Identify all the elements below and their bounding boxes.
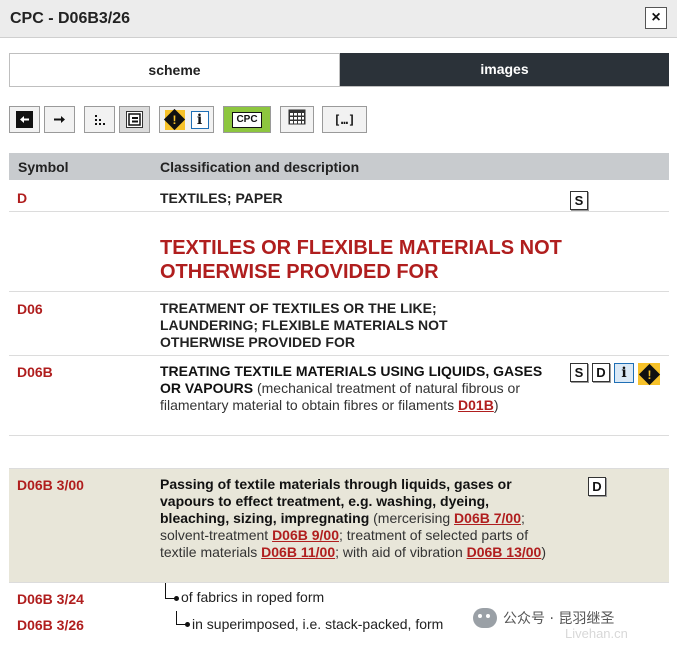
symbol-d06b-3-00[interactable]: D06B 3/00 <box>17 477 84 493</box>
tab-images[interactable]: images <box>340 53 669 86</box>
ref-d06b-13-00[interactable]: D06B 13/00 <box>467 544 542 560</box>
scheme-s-icon[interactable]: S <box>570 363 588 382</box>
tree-dots-button[interactable] <box>84 106 115 133</box>
close-button[interactable]: × <box>645 7 667 29</box>
description-d: TEXTILES; PAPER <box>160 190 283 206</box>
table-row-d[interactable]: D TEXTILES; PAPER S <box>9 180 669 212</box>
watermark-faint: Livehan.cn <box>565 626 628 641</box>
window-titlebar: CPC - D06B3/26 × <box>0 0 677 38</box>
table-row-d06b-3-24[interactable]: D06B 3/24 of fabrics in roped form <box>9 583 669 611</box>
definition-d-icon[interactable]: D <box>592 363 610 382</box>
column-symbol-header: Symbol <box>18 159 69 175</box>
cpc-button[interactable]: CPC <box>223 106 271 133</box>
table-header: Symbol Classification and description <box>9 153 669 180</box>
symbol-d06b-3-24[interactable]: D06B 3/24 <box>17 591 84 607</box>
table-view-button[interactable] <box>280 106 314 133</box>
collapse-left-button[interactable] <box>9 106 40 133</box>
definition-d-icon[interactable]: D <box>588 477 606 496</box>
tab-bar: scheme images <box>9 53 669 86</box>
hierarchy-view-button[interactable] <box>119 106 150 133</box>
symbol-d[interactable]: D <box>17 190 27 206</box>
tree-node-dot <box>185 622 190 627</box>
description-d06: TREATMENT OF TEXTILES OR THE LIKE; LAUND… <box>160 300 448 350</box>
ref-d01b[interactable]: D01B <box>458 397 494 413</box>
table-row-d06b-3-00[interactable]: D06B 3/00 Passing of textile materials t… <box>9 469 669 583</box>
warnings-info-button[interactable]: ! i <box>159 106 214 133</box>
symbol-d06[interactable]: D06 <box>17 301 43 317</box>
ref-d06b-7-00[interactable]: D06B 7/00 <box>454 510 521 526</box>
description-d06b-3-26: in superimposed, i.e. stack-packed, form <box>192 616 444 632</box>
description-d06b: TREATING TEXTILE MATERIALS USING LIQUIDS… <box>160 363 543 413</box>
wechat-icon <box>473 608 497 628</box>
tab-divider <box>9 86 669 87</box>
warning-icon: ! <box>163 108 186 131</box>
window-title: CPC - D06B3/26 <box>10 10 131 27</box>
warning-icon[interactable]: ! <box>638 363 660 385</box>
references-button[interactable]: […] <box>322 106 367 133</box>
cpc-label: CPC <box>232 111 262 128</box>
expand-right-button[interactable] <box>44 106 75 133</box>
ref-d06b-9-00[interactable]: D06B 9/00 <box>272 527 339 543</box>
watermark: 公众号 · 昆羽继圣 <box>473 608 614 628</box>
table-row-spacer <box>9 436 669 469</box>
table-grid-icon <box>288 109 306 130</box>
info-icon[interactable]: i <box>614 363 634 383</box>
info-icon: i <box>190 110 209 129</box>
column-description-header: Classification and description <box>160 159 360 175</box>
tree-dots-icon <box>91 111 108 128</box>
bracket-ellipsis-icon: […] <box>333 112 356 127</box>
watermark-text: 公众号 · 昆羽继圣 <box>503 611 615 627</box>
symbol-d06b-3-26[interactable]: D06B 3/26 <box>17 617 84 633</box>
description-d06b-3-00: Passing of textile materials through liq… <box>160 476 547 560</box>
scheme-s-icon[interactable]: S <box>570 191 588 210</box>
table-row-d06[interactable]: D06 TREATMENT OF TEXTILES OR THE LIKE; L… <box>9 292 669 356</box>
table-row-section: TEXTILES OR FLEXIBLE MATERIALS NOT OTHER… <box>9 212 669 292</box>
arrow-left-icon <box>16 111 33 128</box>
symbol-d06b[interactable]: D06B <box>17 364 53 380</box>
tab-scheme[interactable]: scheme <box>9 53 340 86</box>
tree-node-dot <box>174 596 179 601</box>
arrow-right-icon <box>51 111 68 128</box>
toolbar: ! i CPC […] <box>9 106 409 134</box>
hierarchy-icon <box>126 111 143 128</box>
ref-d06b-11-00[interactable]: D06B 11/00 <box>261 544 335 560</box>
table-row-d06b[interactable]: D06B TREATING TEXTILE MATERIALS USING LI… <box>9 356 669 436</box>
section-title: TEXTILES OR FLEXIBLE MATERIALS NOT OTHER… <box>160 237 562 283</box>
description-d06b-3-24: of fabrics in roped form <box>181 589 325 605</box>
